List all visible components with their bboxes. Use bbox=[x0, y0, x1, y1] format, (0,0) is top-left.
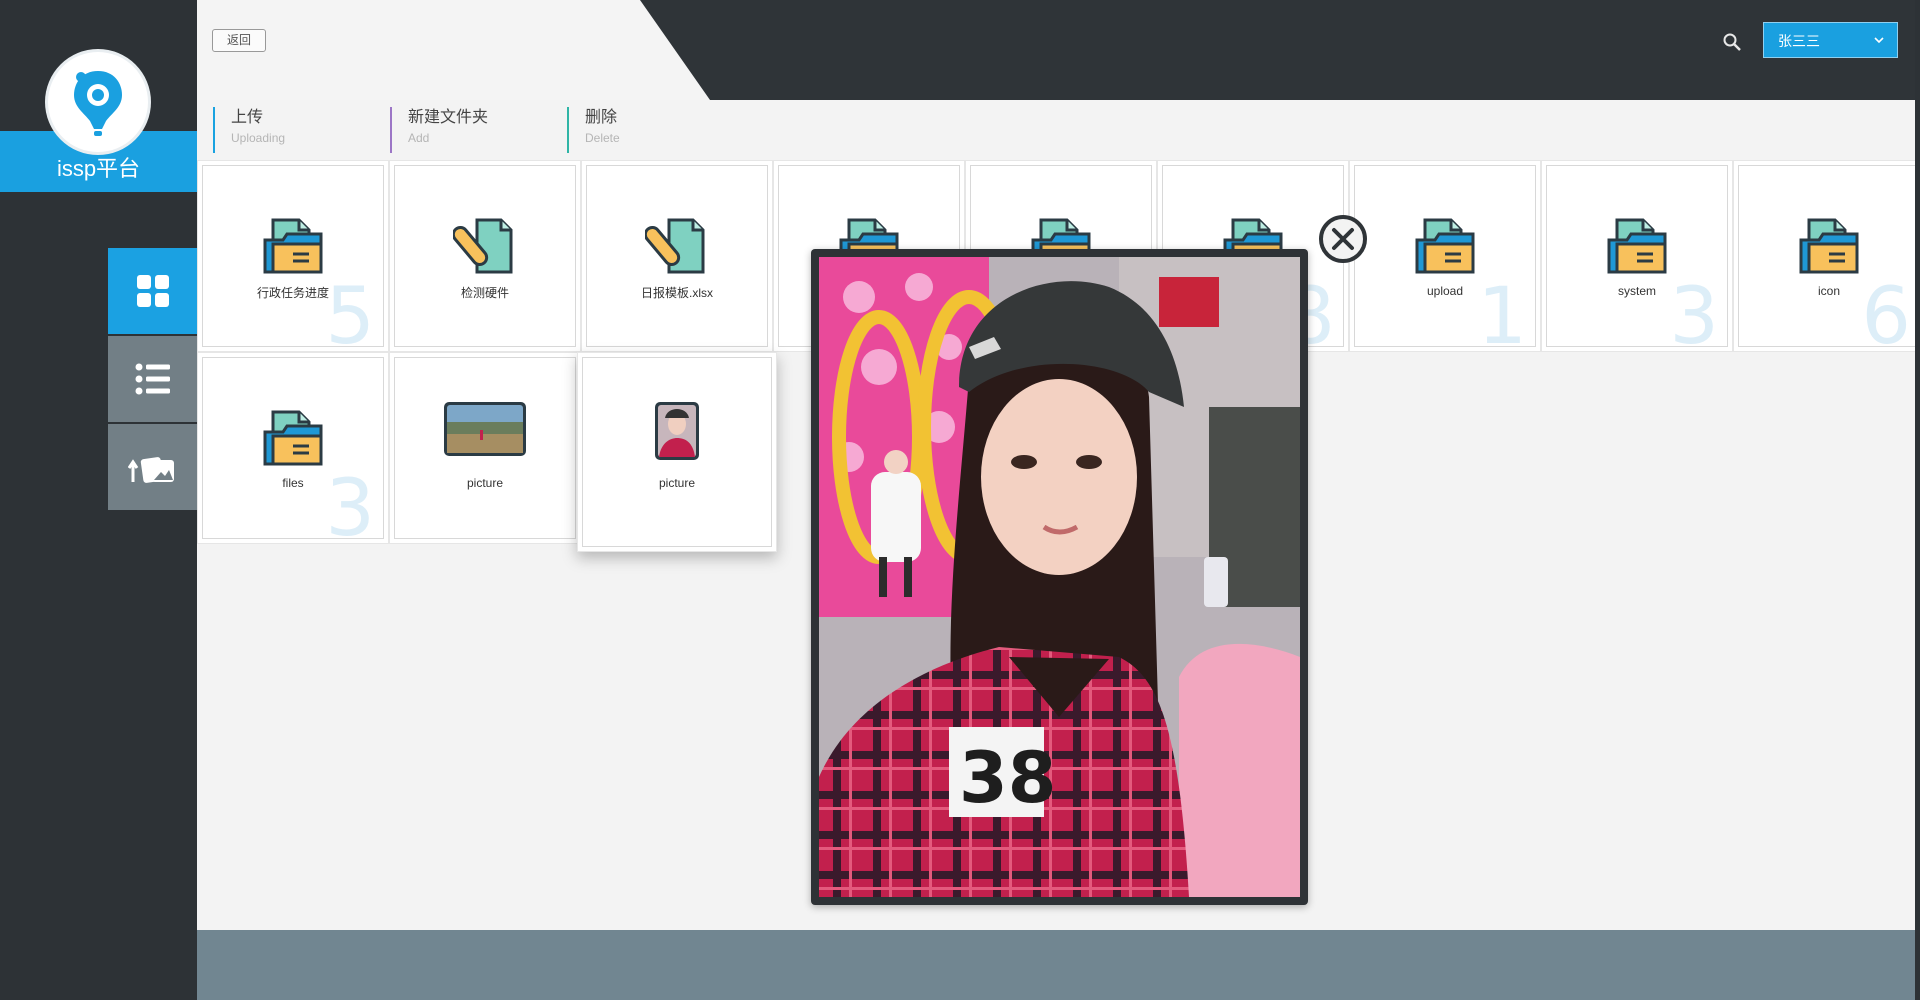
new-folder-sublabel: Add bbox=[408, 131, 430, 145]
logo-icon bbox=[74, 71, 122, 136]
file-name: picture bbox=[658, 476, 696, 490]
file-name: 日报模板.xlsx bbox=[640, 286, 713, 300]
file-tile[interactable]: 检测硬件 bbox=[389, 160, 581, 352]
delete-button[interactable]: 删除 Delete bbox=[567, 107, 620, 153]
user-name: 张三三 bbox=[1778, 33, 1820, 49]
search-icon[interactable] bbox=[1722, 32, 1742, 52]
file-tile-inner[interactable]: 行政任务进度 5 bbox=[202, 165, 384, 347]
side-nav bbox=[108, 248, 197, 512]
nav-list-view[interactable] bbox=[108, 336, 197, 422]
nav-grid-view[interactable] bbox=[108, 248, 197, 334]
user-dropdown[interactable]: 张三三 bbox=[1763, 22, 1898, 58]
attachment-file-icon bbox=[643, 214, 709, 283]
upload-button[interactable]: 上传 Uploading bbox=[213, 107, 285, 153]
file-count: 3 bbox=[325, 464, 375, 539]
file-tile[interactable]: files 3 bbox=[197, 352, 389, 544]
back-button[interactable]: 返回 bbox=[212, 29, 266, 52]
file-tile[interactable]: 日报模板.xlsx bbox=[581, 160, 773, 352]
delete-sublabel: Delete bbox=[585, 131, 620, 145]
file-tile-inner[interactable]: icon 6 bbox=[1738, 165, 1920, 347]
folder-icon bbox=[261, 214, 325, 283]
sidebar: issp平台 bbox=[0, 0, 197, 1000]
file-tile-inner[interactable]: picture bbox=[582, 357, 772, 547]
file-tile-inner[interactable]: picture bbox=[394, 357, 576, 539]
file-tile[interactable]: 行政任务进度 5 bbox=[197, 160, 389, 352]
list-icon bbox=[135, 363, 170, 395]
footer bbox=[197, 930, 1920, 1000]
file-tile-inner[interactable]: 日报模板.xlsx bbox=[586, 165, 768, 347]
file-tile-inner[interactable]: 检测硬件 bbox=[394, 165, 576, 347]
file-tile-inner[interactable]: system 3 bbox=[1546, 165, 1728, 347]
brand-name: issp平台 bbox=[56, 156, 141, 181]
image-thumbnail-icon bbox=[442, 400, 528, 463]
nav-upload-images[interactable] bbox=[108, 424, 197, 510]
preview-photo: 38 bbox=[819, 257, 1300, 897]
image-thumbnail-icon bbox=[653, 400, 701, 467]
new-folder-label: 新建文件夹 bbox=[408, 109, 489, 126]
upload-sublabel: Uploading bbox=[231, 131, 286, 145]
chevron-down-icon bbox=[1873, 23, 1885, 72]
file-count: 6 bbox=[1861, 272, 1911, 347]
file-tile[interactable]: system 3 bbox=[1541, 160, 1733, 352]
file-tile-inner[interactable]: upload 1 bbox=[1354, 165, 1536, 347]
upload-label: 上传 bbox=[231, 109, 264, 126]
attachment-file-icon bbox=[451, 214, 517, 283]
file-name: picture bbox=[466, 476, 504, 490]
file-tile[interactable]: upload 1 bbox=[1349, 160, 1541, 352]
file-name: 检测硬件 bbox=[460, 286, 509, 300]
file-tile[interactable]: picture bbox=[389, 352, 581, 544]
folder-icon bbox=[1605, 214, 1669, 283]
delete-label: 删除 bbox=[585, 109, 618, 126]
image-preview: 38 bbox=[811, 249, 1308, 905]
file-tile[interactable]: picture bbox=[577, 352, 777, 552]
file-tile[interactable]: icon 6 bbox=[1733, 160, 1920, 352]
file-count: 5 bbox=[325, 272, 375, 347]
folder-icon bbox=[1797, 214, 1861, 283]
right-edge bbox=[1915, 0, 1920, 1000]
grid-icon bbox=[136, 275, 169, 307]
file-count: 3 bbox=[1669, 272, 1719, 347]
svg-text:38: 38 bbox=[959, 737, 1056, 819]
file-tile-inner[interactable]: files 3 bbox=[202, 357, 384, 539]
close-preview-icon[interactable] bbox=[1318, 214, 1368, 264]
file-count: 1 bbox=[1477, 272, 1527, 347]
brand-logo[interactable] bbox=[48, 52, 148, 152]
folder-icon bbox=[1413, 214, 1477, 283]
upload-images-icon bbox=[127, 457, 174, 483]
new-folder-button[interactable]: 新建文件夹 Add bbox=[390, 107, 488, 153]
folder-icon bbox=[261, 406, 325, 475]
